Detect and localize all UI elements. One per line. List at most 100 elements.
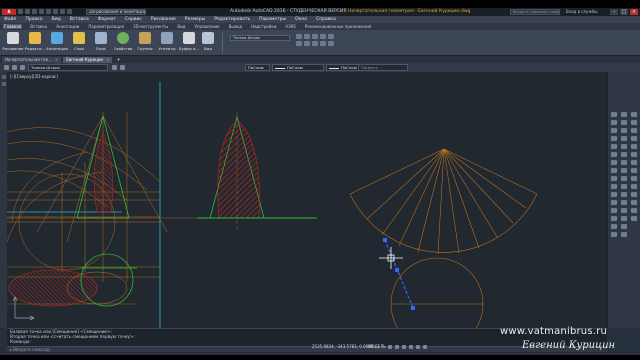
redo-icon[interactable]: [60, 9, 65, 14]
tolerance-icon[interactable]: [631, 208, 637, 213]
angular-icon[interactable]: [631, 168, 637, 173]
layer-lock-icon[interactable]: [312, 34, 318, 39]
polar-toggle-icon[interactable]: [409, 345, 413, 349]
spline-icon[interactable]: [621, 168, 627, 173]
ribbon-layer-select[interactable]: Тонкая-Штрих: [230, 35, 290, 41]
fillet-icon[interactable]: [611, 224, 617, 229]
insert-block-icon[interactable]: [621, 184, 627, 189]
grip-start[interactable]: [383, 238, 387, 242]
layer-isolate-icon[interactable]: [296, 41, 302, 46]
jogged-icon[interactable]: [631, 152, 637, 157]
layer-delete-icon[interactable]: [328, 41, 334, 46]
line-icon[interactable]: [621, 112, 627, 117]
menu-draw[interactable]: Рисование: [151, 17, 176, 22]
grid-toggle-icon[interactable]: [388, 345, 392, 349]
model-space-toggle[interactable]: МОДЕЛЬ: [368, 344, 386, 349]
gradient-icon[interactable]: [621, 208, 627, 213]
workspace-select[interactable]: 2D-рисование и аннотации: [86, 9, 146, 15]
block-panel-button[interactable]: Блок: [90, 32, 112, 54]
ribbon-tab-parametric[interactable]: Параметризация: [87, 24, 125, 29]
ribbon-tab-manage[interactable]: Управление: [193, 24, 220, 29]
drawing-area[interactable]: [–][Сверху][2D-каркас]: [7, 72, 607, 328]
share-icon[interactable]: [67, 9, 72, 14]
osnap-toggle-icon[interactable]: [416, 345, 420, 349]
menu-parametric[interactable]: Параметры: [259, 17, 286, 22]
point-icon[interactable]: [621, 192, 627, 197]
linetype-dropdown[interactable]: ПоСлою: [272, 64, 324, 71]
menu-modify[interactable]: Редактировать: [214, 17, 250, 22]
selected-segment[interactable]: [383, 238, 415, 310]
layer-previous-icon[interactable]: [120, 65, 125, 70]
undo-icon[interactable]: [53, 9, 58, 14]
sign-in-link[interactable]: Вход в службы: [566, 9, 598, 14]
sheet-icon[interactable]: [1, 82, 6, 86]
print-icon[interactable]: [46, 9, 51, 14]
layers-panel-button[interactable]: Слои: [68, 32, 90, 54]
lightbulb-icon[interactable]: [12, 65, 17, 70]
ortho-toggle-icon[interactable]: [402, 345, 406, 349]
polyline-icon[interactable]: [621, 128, 627, 133]
minimize-button[interactable]: –: [610, 9, 618, 15]
open-file-icon[interactable]: [25, 9, 30, 14]
save-as-icon[interactable]: [39, 9, 44, 14]
erase-icon[interactable]: [611, 112, 617, 117]
new-file-icon[interactable]: [18, 9, 23, 14]
layer-previous-icon[interactable]: [328, 34, 334, 39]
rotate-icon[interactable]: [611, 160, 617, 165]
linear-dim-icon[interactable]: [631, 112, 637, 117]
save-icon[interactable]: [32, 9, 37, 14]
sun-icon[interactable]: [20, 65, 25, 70]
make-current-icon[interactable]: [112, 65, 117, 70]
maximize-button[interactable]: □: [620, 9, 628, 15]
view-panel-button[interactable]: Вид: [200, 32, 216, 54]
ribbon-tab-home[interactable]: Главная: [3, 24, 23, 29]
help-search-input[interactable]: Введите ключевое слово/фразу: [510, 9, 560, 15]
table-icon[interactable]: [621, 224, 627, 229]
menu-edit[interactable]: Правка: [25, 17, 42, 22]
layer-on-icon[interactable]: [296, 34, 302, 39]
menu-dimension[interactable]: Размеры: [185, 17, 205, 22]
utilities-panel-button[interactable]: Утилиты: [156, 32, 178, 54]
ribbon-tab-annotate[interactable]: Аннотации: [55, 24, 80, 29]
close-tab-icon[interactable]: ×: [55, 57, 58, 62]
color-dropdown[interactable]: ПоСлою: [245, 64, 270, 71]
arc-icon[interactable]: [621, 152, 627, 157]
ribbon-tab-addins[interactable]: Надстройки: [250, 24, 277, 29]
sheet-icon[interactable]: [1, 75, 6, 79]
chamfer-icon[interactable]: [611, 216, 617, 221]
leader-icon[interactable]: [631, 200, 637, 205]
grip-end[interactable]: [411, 306, 415, 310]
explode-icon[interactable]: [611, 232, 617, 237]
layer-freeze-icon[interactable]: [304, 34, 310, 39]
ribbon-tab-featured-apps[interactable]: Рекомендованные приложения: [304, 24, 372, 29]
region-icon[interactable]: [621, 216, 627, 221]
aligned-dim-icon[interactable]: [631, 120, 637, 125]
join-icon[interactable]: [611, 208, 617, 213]
menu-help[interactable]: Справка: [316, 17, 336, 22]
rectangle-icon[interactable]: [621, 144, 627, 149]
layer-properties-icon[interactable]: [4, 65, 9, 70]
array-icon[interactable]: [611, 144, 617, 149]
menu-format[interactable]: Формат: [98, 17, 116, 22]
mtext-icon[interactable]: [621, 232, 627, 237]
polygon-icon[interactable]: [621, 136, 627, 141]
app-logo[interactable]: A: [2, 9, 16, 15]
xline-icon[interactable]: [621, 120, 627, 125]
close-button[interactable]: ×: [630, 9, 638, 15]
center-mark-icon[interactable]: [631, 216, 637, 221]
diameter-icon[interactable]: [631, 160, 637, 165]
offset-icon[interactable]: [611, 136, 617, 141]
ribbon-tab-output[interactable]: Вывод: [228, 24, 243, 29]
baseline-icon[interactable]: [631, 184, 637, 189]
extend-icon[interactable]: [611, 192, 617, 197]
clipboard-panel-button[interactable]: Буфер о...: [178, 32, 200, 54]
trim-icon[interactable]: [611, 184, 617, 189]
copy-icon[interactable]: [611, 120, 617, 125]
continue-icon[interactable]: [631, 192, 637, 197]
layer-merge-icon[interactable]: [320, 41, 326, 46]
plotstyle-dropdown[interactable]: ПоЦвету: [358, 64, 408, 71]
snap-toggle-icon[interactable]: [395, 345, 399, 349]
arc-length-icon[interactable]: [631, 128, 637, 133]
layer-match-icon[interactable]: [320, 34, 326, 39]
annotation-panel-button[interactable]: Аннотации: [46, 32, 68, 54]
